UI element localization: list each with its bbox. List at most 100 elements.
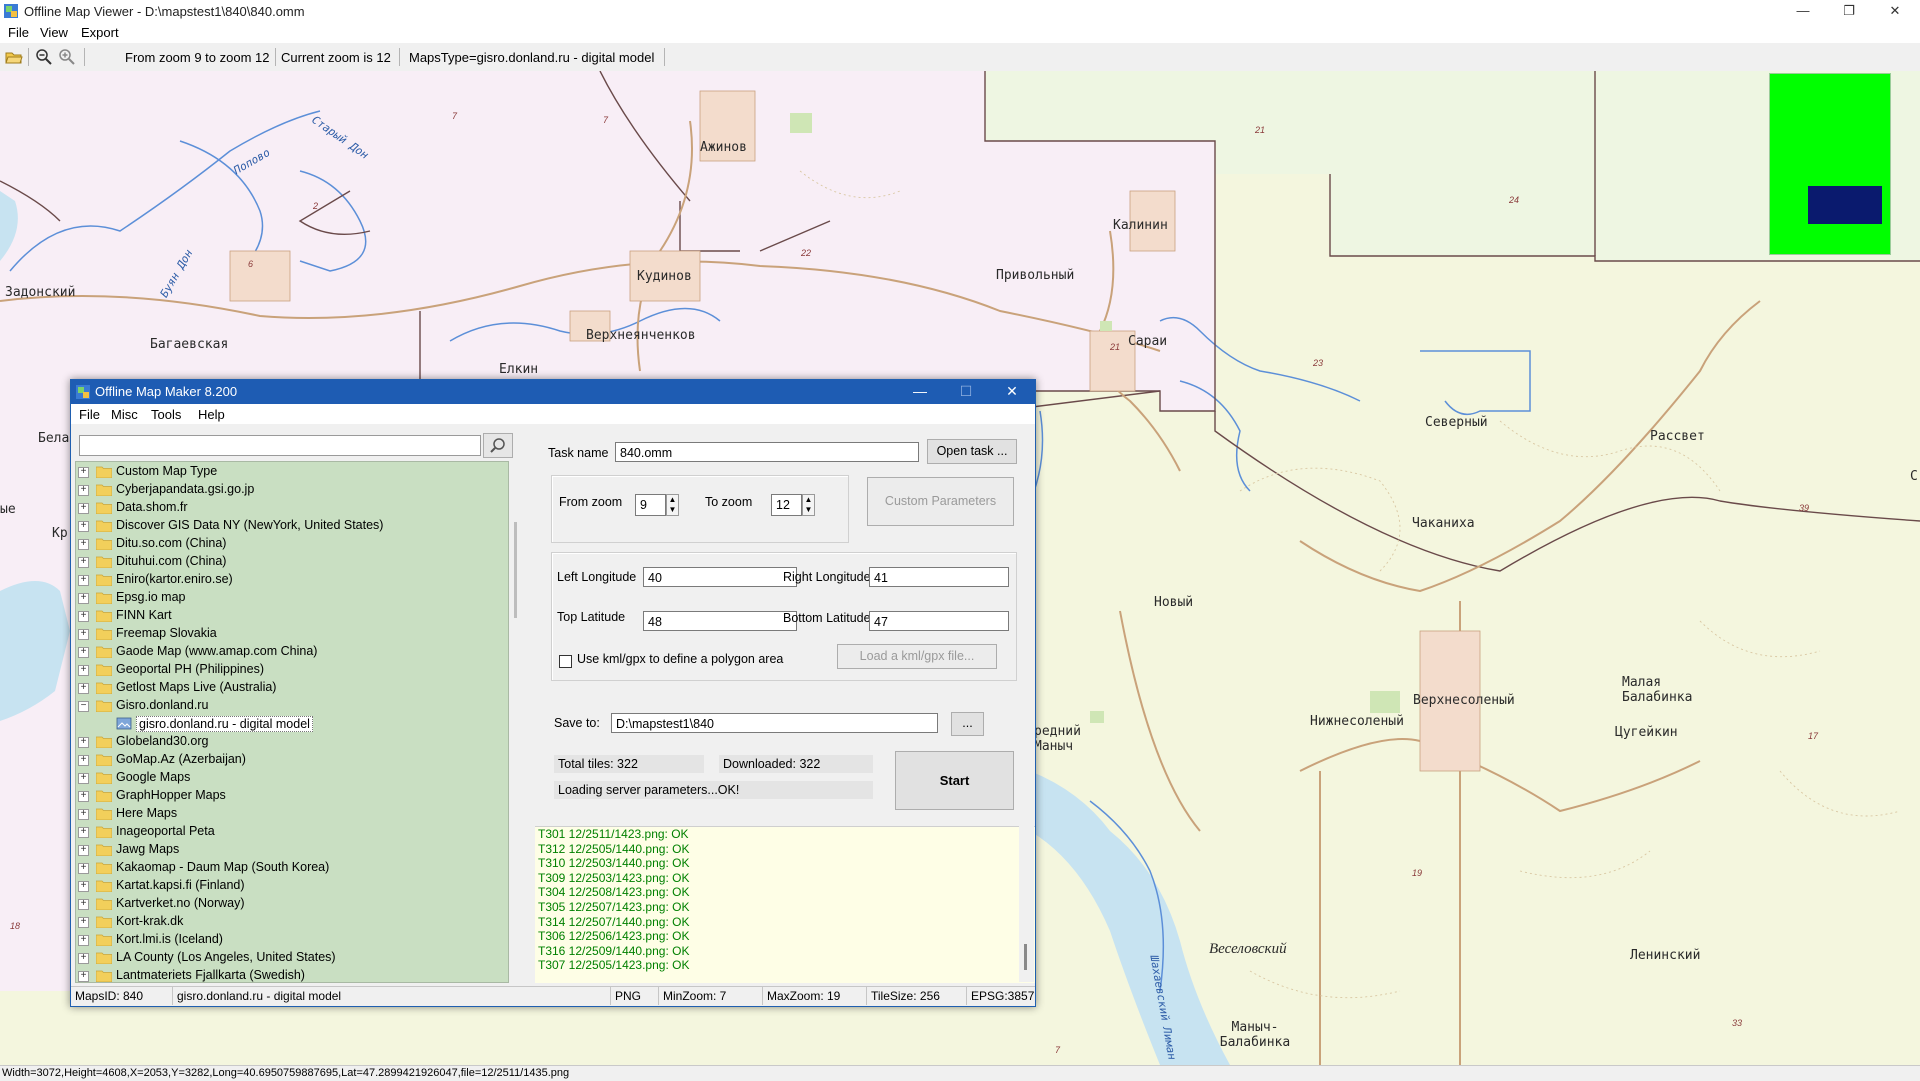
expand-icon[interactable]: + — [78, 611, 89, 622]
bottom-latitude-input[interactable]: 47 — [869, 611, 1009, 631]
search-button[interactable] — [483, 433, 513, 458]
expand-icon[interactable]: + — [78, 683, 89, 694]
place-label: Кр — [52, 526, 68, 541]
expand-icon[interactable]: + — [78, 629, 89, 640]
dialog-titlebar[interactable]: Offline Map Maker 8.200 — ☐ ✕ — [71, 380, 1035, 404]
folder-icon — [96, 646, 112, 658]
right-longitude-input[interactable]: 41 — [869, 567, 1009, 587]
log-line: T309 12/2503/1423.png: OK — [538, 870, 690, 885]
restore-button[interactable]: ❐ — [1826, 0, 1872, 23]
tree-item-label: Cyberjapandata.gsi.go.jp — [116, 482, 255, 496]
minimap-viewport[interactable] — [1808, 186, 1882, 224]
menu-file[interactable]: File — [8, 25, 29, 40]
spot-height: 21 — [1110, 342, 1121, 352]
expand-icon[interactable]: + — [78, 557, 89, 568]
menu-export[interactable]: Export — [81, 25, 119, 40]
expand-icon[interactable]: + — [78, 647, 89, 658]
expand-icon[interactable]: + — [78, 485, 89, 496]
download-log[interactable]: T301 12/2511/1423.png: OK T312 12/2505/14… — [535, 826, 1035, 983]
log-line: T304 12/2508/1423.png: OK — [538, 885, 690, 900]
save-path-input[interactable]: D:\mapstest1\840 — [611, 713, 938, 733]
from-zoom-spinner[interactable]: ▲ ▼ — [666, 494, 679, 516]
minimize-button[interactable]: — — [1780, 0, 1826, 23]
expand-icon[interactable]: + — [78, 935, 89, 946]
place-label: Северный — [1425, 415, 1488, 430]
collapse-icon[interactable]: − — [78, 701, 89, 712]
expand-icon[interactable]: + — [78, 773, 89, 784]
map-type-tree[interactable]: + Custom Map Type + Cyberjapandata.gsi.go.j… — [75, 461, 509, 983]
loading-status-text: Loading server parameters...OK! — [554, 781, 873, 799]
scrollbar-thumb[interactable] — [514, 522, 517, 618]
expand-icon[interactable]: + — [78, 467, 89, 478]
expand-icon[interactable]: + — [78, 521, 89, 532]
expand-icon[interactable]: + — [78, 953, 89, 964]
start-button[interactable]: Start — [895, 751, 1014, 810]
app-icon — [76, 385, 90, 399]
folder-icon — [96, 808, 112, 820]
zoom-in-icon[interactable] — [58, 48, 76, 66]
log-line: T307 12/2505/1423.png: OK — [538, 958, 690, 973]
open-folder-icon — [96, 700, 112, 712]
place-label: Бела — [38, 431, 70, 446]
menu-view[interactable]: View — [40, 25, 68, 40]
close-button[interactable]: ✕ — [1872, 0, 1918, 23]
expand-icon[interactable]: + — [78, 917, 89, 928]
browse-button[interactable]: ... — [951, 712, 984, 736]
expand-icon[interactable]: + — [78, 665, 89, 676]
left-longitude-input[interactable]: 40 — [643, 567, 797, 587]
expand-icon[interactable]: + — [78, 539, 89, 550]
scrollbar-thumb[interactable] — [1024, 944, 1027, 970]
expand-icon[interactable]: + — [78, 575, 89, 586]
toolbar-separator — [84, 48, 85, 66]
tree-scrollbar[interactable] — [509, 461, 523, 981]
expand-icon[interactable]: + — [78, 881, 89, 892]
expand-icon[interactable]: + — [78, 791, 89, 802]
expand-icon[interactable]: + — [78, 755, 89, 766]
folder-icon — [96, 664, 112, 676]
expand-icon[interactable]: + — [78, 737, 89, 748]
place-label: Ажинов — [700, 140, 747, 155]
from-zoom-input[interactable]: 9 — [635, 494, 666, 516]
dialog-menubar: File Misc Tools Help — [71, 404, 1035, 424]
tree-item-label: Jawg Maps — [116, 842, 180, 856]
task-name-input[interactable]: 840.omm — [615, 442, 919, 462]
dialog-menu-tools[interactable]: Tools — [151, 407, 181, 422]
top-latitude-label: Top Latitude — [557, 610, 626, 624]
dialog-menu-help[interactable]: Help — [198, 407, 225, 422]
app-icon — [4, 4, 18, 18]
open-task-button[interactable]: Open task ... — [927, 439, 1017, 464]
expand-icon[interactable]: + — [78, 809, 89, 820]
overview-minimap[interactable] — [1769, 73, 1891, 255]
zoom-out-icon[interactable] — [35, 48, 53, 66]
folder-icon — [96, 574, 112, 586]
place-label: Веселовский — [1209, 941, 1287, 957]
to-zoom-input[interactable]: 12 — [771, 494, 802, 516]
place-label: Цугейкин — [1615, 725, 1678, 740]
expand-icon[interactable]: + — [78, 827, 89, 838]
folder-icon — [96, 970, 112, 982]
top-latitude-input[interactable]: 48 — [643, 611, 797, 631]
map-type-search-input[interactable] — [79, 435, 481, 456]
bottom-latitude-label: Bottom Latitude — [783, 611, 871, 625]
toolbar-separator — [28, 48, 29, 66]
to-zoom-spinner[interactable]: ▲ ▼ — [802, 494, 815, 516]
expand-icon[interactable]: + — [78, 845, 89, 856]
expand-icon[interactable]: + — [78, 593, 89, 604]
expand-icon[interactable]: + — [78, 503, 89, 514]
place-label: ые — [0, 502, 16, 517]
kml-checkbox[interactable] — [559, 655, 572, 668]
expand-icon[interactable]: + — [78, 971, 89, 982]
tree-item-label: Data.shom.fr — [116, 500, 188, 514]
dialog-maximize-button: ☐ — [959, 383, 973, 399]
open-folder-icon[interactable] — [5, 48, 23, 66]
dialog-menu-misc[interactable]: Misc — [111, 407, 138, 422]
place-label: Кудинов — [637, 269, 692, 284]
spot-height: 22 — [801, 248, 812, 258]
place-label: Елкин — [499, 362, 539, 377]
log-scrollbar[interactable] — [1019, 826, 1034, 982]
expand-icon[interactable]: + — [78, 899, 89, 910]
dialog-minimize-button[interactable]: — — [897, 380, 943, 404]
expand-icon[interactable]: + — [78, 863, 89, 874]
dialog-close-button[interactable]: ✕ — [989, 380, 1035, 404]
dialog-menu-file[interactable]: File — [79, 407, 100, 422]
